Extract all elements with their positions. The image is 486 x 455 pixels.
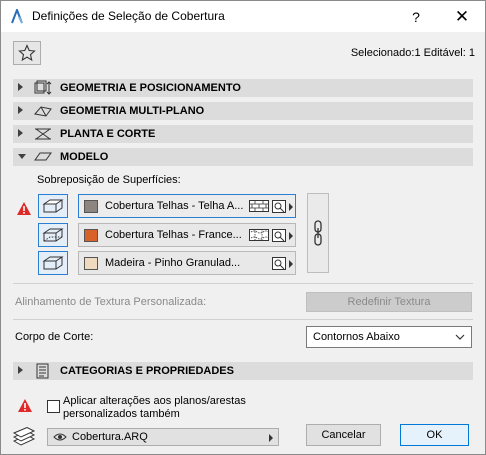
section-label: CATEGORIAS E PROPRIEDADES bbox=[60, 365, 234, 377]
row-menu-arrow-icon bbox=[289, 232, 293, 240]
section-multiplane-geometry[interactable]: GEOMETRIA MULTI-PLANO bbox=[13, 102, 473, 120]
favorite-value: Cobertura.ARQ bbox=[72, 431, 148, 443]
help-button[interactable]: ? bbox=[406, 7, 426, 27]
section-model[interactable]: MODELO bbox=[13, 148, 473, 166]
chevron-down-icon bbox=[455, 334, 465, 340]
favorites-stack-icon bbox=[12, 427, 36, 446]
bottom-surface-icon bbox=[42, 228, 64, 242]
material-catalog-icon bbox=[272, 229, 286, 242]
edge-surface-icon bbox=[42, 256, 64, 270]
close-button[interactable]: ✕ bbox=[451, 6, 473, 28]
surface-color-swatch bbox=[84, 229, 98, 242]
brick-hatch-icon bbox=[249, 200, 269, 212]
ok-button[interactable]: OK bbox=[400, 424, 469, 446]
apply-label-line2: personalizados também bbox=[63, 408, 180, 420]
apply-label-line1: Aplicar alterações aos planos/arestas bbox=[63, 395, 246, 407]
warning-icon bbox=[17, 202, 31, 215]
expand-arrow-icon bbox=[18, 83, 23, 91]
section-categories-properties[interactable]: CATEGORIAS E PROPRIEDADES bbox=[13, 362, 473, 380]
expand-arrow-icon bbox=[18, 106, 23, 114]
apply-custom-planes-label: Aplicar alterações aos planos/arestas pe… bbox=[63, 395, 246, 421]
divider bbox=[13, 283, 473, 284]
divider bbox=[13, 319, 473, 320]
favorite-selector[interactable]: Cobertura.ARQ bbox=[47, 428, 279, 446]
window-title: Definições de Seleção de Cobertura bbox=[32, 9, 225, 23]
row-menu-arrow-icon bbox=[289, 203, 293, 211]
surface-color-swatch bbox=[84, 200, 98, 213]
submenu-arrow-icon bbox=[269, 434, 273, 442]
dialog-window: Definições de Seleção de Cobertura ? ✕ S… bbox=[0, 0, 486, 455]
section-plan-section[interactable]: PLANTA E CORTE bbox=[13, 125, 473, 143]
expand-arrow-icon bbox=[18, 129, 23, 137]
star-icon bbox=[18, 44, 36, 62]
plan-section-icon bbox=[35, 128, 51, 140]
top-surface-toggle[interactable] bbox=[38, 194, 68, 218]
row-menu-arrow-icon bbox=[289, 260, 293, 268]
edge-surface-toggle[interactable] bbox=[38, 251, 68, 275]
warning-icon bbox=[18, 399, 32, 412]
chain-link-icon bbox=[314, 220, 322, 246]
section-label: MODELO bbox=[60, 151, 109, 163]
texture-alignment-label: Alinhamento de Textura Personalizada: bbox=[15, 296, 207, 308]
expand-arrow-icon bbox=[18, 366, 23, 374]
cut-body-value: Contornos Abaixo bbox=[313, 331, 400, 343]
geometry-positioning-icon bbox=[34, 80, 52, 95]
archicad-app-icon bbox=[11, 9, 23, 24]
link-surfaces-button[interactable] bbox=[307, 193, 329, 273]
section-label: GEOMETRIA E POSICIONAMENTO bbox=[60, 82, 241, 94]
selection-info: Selecionado:1 Editável: 1 bbox=[350, 47, 475, 59]
title-bar: Definições de Seleção de Cobertura ? ✕ bbox=[1, 1, 485, 32]
surface-name: Madeira - Pinho Granulad... bbox=[105, 257, 241, 269]
section-label: PLANTA E CORTE bbox=[60, 128, 156, 140]
model-surface-icon bbox=[34, 152, 52, 161]
surface-row-top[interactable]: Cobertura Telhas - Telha A... bbox=[78, 194, 296, 218]
surface-color-swatch bbox=[84, 257, 98, 270]
cut-body-label: Corpo de Corte: bbox=[15, 331, 94, 343]
eye-icon bbox=[53, 433, 67, 441]
surface-row-bottom[interactable]: Cobertura Telhas - France... bbox=[78, 223, 296, 247]
collapse-arrow-icon bbox=[18, 154, 26, 159]
tile-hatch-icon bbox=[249, 229, 269, 241]
surface-name: Cobertura Telhas - France... bbox=[105, 229, 242, 241]
apply-custom-planes-checkbox[interactable] bbox=[47, 400, 60, 413]
section-geometry-positioning[interactable]: GEOMETRIA E POSICIONAMENTO bbox=[13, 79, 473, 97]
surface-overrides-label: Sobreposição de Superfícies: bbox=[37, 174, 181, 186]
material-catalog-icon bbox=[272, 200, 286, 213]
cut-body-select[interactable]: Contornos Abaixo bbox=[306, 326, 472, 348]
bottom-surface-toggle[interactable] bbox=[38, 223, 68, 247]
material-catalog-icon bbox=[272, 257, 286, 270]
favorites-button[interactable] bbox=[13, 41, 41, 65]
surface-row-edges[interactable]: Madeira - Pinho Granulad... bbox=[78, 251, 296, 275]
reset-texture-button[interactable]: Redefinir Textura bbox=[306, 292, 472, 312]
properties-list-icon bbox=[36, 363, 49, 379]
cancel-button[interactable]: Cancelar bbox=[306, 424, 381, 446]
surface-name: Cobertura Telhas - Telha A... bbox=[105, 200, 244, 212]
section-label: GEOMETRIA MULTI-PLANO bbox=[60, 105, 205, 117]
top-surface-icon bbox=[42, 199, 64, 213]
multiplane-roof-icon bbox=[34, 106, 52, 117]
